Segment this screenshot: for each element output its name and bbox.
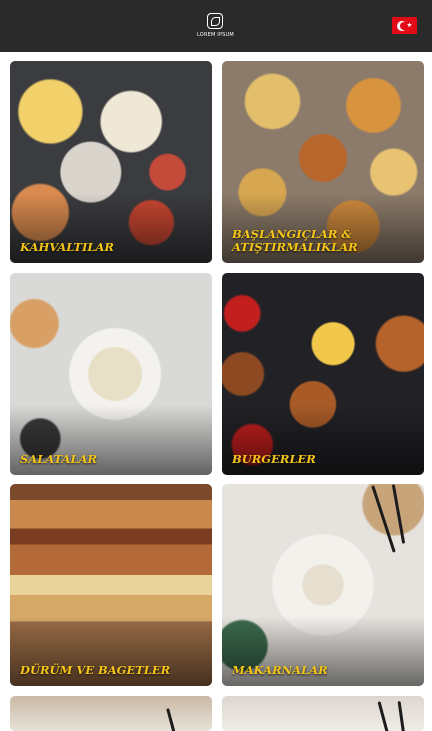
top-header: LOREM IPSUM ★ — [0, 0, 432, 52]
leaf-logo-icon — [207, 13, 223, 29]
category-card-kahvaltilar[interactable]: KAHVALTILAR — [10, 61, 212, 263]
category-card-partial-right[interactable] — [222, 696, 424, 731]
category-card-partial-left[interactable] — [10, 696, 212, 731]
category-title: SALATALAR — [20, 452, 98, 466]
category-card-salatalar[interactable]: SALATALAR — [10, 273, 212, 475]
brand-logo[interactable]: LOREM IPSUM — [197, 13, 234, 41]
category-card-baslangiclar[interactable]: BAŞLANGIÇLAR & ATIŞTIRMALIKLAR — [222, 61, 424, 263]
category-title: BAŞLANGIÇLAR & ATIŞTIRMALIKLAR — [232, 227, 358, 254]
turkish-flag-icon[interactable]: ★ — [392, 17, 417, 34]
category-title: BURGERLER — [232, 452, 316, 466]
dish-photo — [10, 696, 212, 731]
category-card-makarnalar[interactable]: MAKARNALAR — [222, 484, 424, 686]
category-card-durum[interactable]: DÜRÜM VE BAGETLER — [10, 484, 212, 686]
category-title: MAKARNALAR — [232, 663, 328, 677]
dish-photo — [222, 696, 424, 731]
category-card-burgerler[interactable]: BURGERLER — [222, 273, 424, 475]
category-title: DÜRÜM VE BAGETLER — [20, 663, 171, 677]
category-title: KAHVALTILAR — [20, 240, 114, 254]
logo-text: LOREM IPSUM — [197, 32, 234, 38]
